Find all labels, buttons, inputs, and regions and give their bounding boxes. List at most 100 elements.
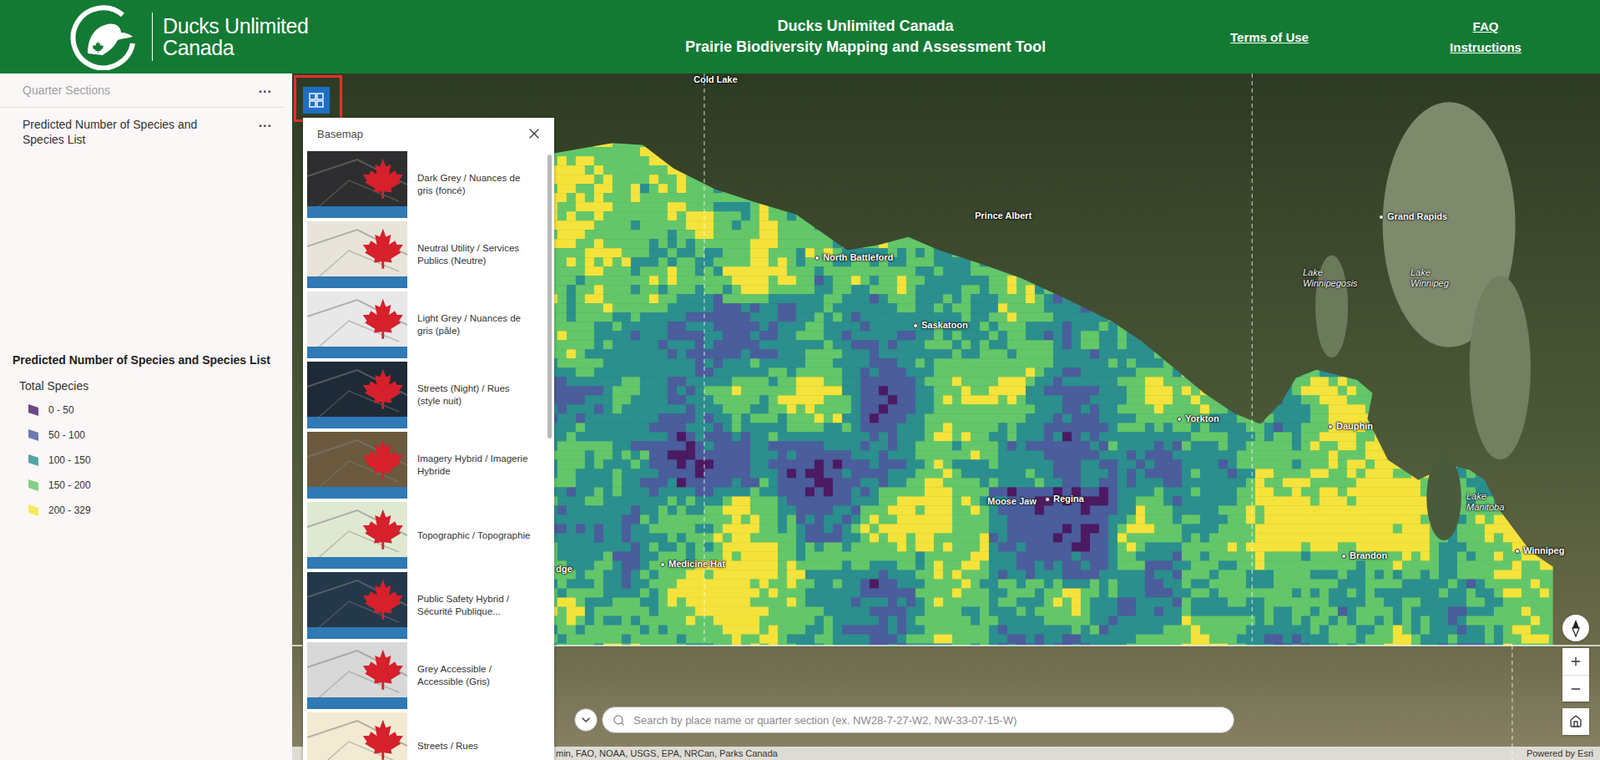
grid-cell bbox=[640, 523, 650, 533]
grid-cell bbox=[640, 422, 650, 432]
grid-cell bbox=[557, 468, 567, 478]
grid-cell bbox=[575, 606, 586, 616]
grid-cell bbox=[695, 293, 705, 303]
grid-cell bbox=[722, 330, 732, 340]
grid-cell bbox=[676, 504, 687, 515]
grid-cell bbox=[649, 229, 659, 239]
grid-cell bbox=[722, 504, 732, 515]
grid-cell bbox=[566, 211, 576, 221]
grid-cell bbox=[566, 634, 576, 644]
grid-cell bbox=[731, 477, 742, 487]
grid-cell bbox=[594, 431, 604, 441]
grid-cell bbox=[566, 625, 576, 635]
grid-cell bbox=[704, 569, 714, 579]
grid-cell bbox=[658, 588, 668, 598]
grid-cell bbox=[731, 597, 742, 607]
grid-cell bbox=[612, 293, 622, 303]
grid-cell bbox=[686, 376, 696, 386]
grid-cell bbox=[713, 541, 723, 551]
grid-cell bbox=[630, 192, 641, 202]
grid-cell bbox=[594, 385, 604, 395]
grid-cell bbox=[603, 422, 613, 432]
grid-cell bbox=[722, 358, 732, 368]
grid-cell bbox=[621, 394, 631, 404]
grid-cell bbox=[575, 394, 586, 404]
grid-cell bbox=[566, 238, 576, 248]
grid-cell bbox=[695, 495, 705, 505]
grid-cell bbox=[704, 293, 714, 303]
logo[interactable]: Ducks UnlimitedCanada bbox=[0, 3, 616, 71]
grid-cell bbox=[649, 514, 659, 524]
grid-cell bbox=[686, 449, 696, 460]
grid-cell bbox=[713, 578, 723, 588]
layer-menu-button[interactable]: ... bbox=[258, 82, 273, 95]
grid-cell bbox=[704, 229, 714, 239]
grid-cell bbox=[731, 468, 742, 478]
grid-cell bbox=[667, 284, 677, 294]
grid-cell bbox=[594, 394, 604, 404]
layer-row[interactable]: Quarter Sections... bbox=[0, 73, 284, 108]
grid-cell bbox=[585, 394, 595, 404]
grid-cell bbox=[741, 541, 751, 551]
grid-cell bbox=[741, 523, 751, 533]
grid-cell bbox=[649, 495, 659, 505]
grid-cell bbox=[612, 348, 622, 359]
grid-cell bbox=[676, 413, 687, 423]
grid-cell bbox=[630, 449, 641, 460]
grid-cell bbox=[713, 597, 723, 607]
grid-cell bbox=[566, 550, 576, 561]
grid-cell bbox=[557, 312, 567, 322]
grid-cell bbox=[686, 211, 696, 221]
grid-cell bbox=[640, 275, 650, 285]
grid-cell bbox=[695, 376, 705, 386]
grid-cell bbox=[575, 440, 586, 450]
grid-cell bbox=[704, 606, 714, 616]
map-view[interactable]: Cold LakePrince AlbertGrand RapidsNorth … bbox=[292, 73, 1600, 760]
grid-cell bbox=[566, 385, 576, 395]
grid-cell bbox=[686, 495, 696, 505]
grid-cell bbox=[603, 523, 613, 533]
grid-cell bbox=[704, 523, 714, 533]
grid-cell bbox=[640, 165, 650, 175]
grid-cell bbox=[722, 449, 732, 460]
grid-cell bbox=[676, 431, 687, 441]
grid-cell bbox=[566, 560, 576, 570]
grid-cell bbox=[566, 302, 576, 313]
grid-cell bbox=[575, 211, 586, 221]
grid-cell bbox=[741, 431, 751, 441]
grid-cell bbox=[603, 550, 613, 561]
grid-cell bbox=[603, 615, 613, 626]
grid-cell bbox=[621, 560, 631, 570]
grid-cell bbox=[722, 302, 732, 313]
grid-cell bbox=[630, 266, 641, 276]
grid-cell bbox=[612, 192, 622, 202]
grid-cell bbox=[557, 532, 567, 542]
grid-cell bbox=[621, 284, 631, 294]
header-link[interactable]: Terms of Use bbox=[1230, 30, 1309, 45]
grid-cell bbox=[630, 293, 641, 303]
grid-cell bbox=[704, 330, 714, 340]
header-link[interactable]: Instructions bbox=[1449, 40, 1522, 55]
grid-cell bbox=[722, 257, 732, 267]
layer-row[interactable]: Predicted Number of Species and Species … bbox=[0, 107, 284, 157]
grid-cell bbox=[731, 486, 742, 496]
grid-cell bbox=[557, 615, 567, 626]
app-title: Ducks Unlimited CanadaPrairie Biodiversi… bbox=[615, 15, 1116, 58]
grid-cell bbox=[621, 174, 631, 184]
grid-cell bbox=[557, 504, 567, 515]
grid-cell bbox=[640, 504, 650, 515]
grid-cell bbox=[594, 367, 604, 377]
grid-cell bbox=[603, 431, 613, 441]
grid-cell bbox=[594, 560, 604, 570]
grid-cell bbox=[603, 532, 613, 542]
grid-cell bbox=[603, 403, 613, 414]
grid-cell bbox=[575, 634, 586, 644]
grid-cell bbox=[603, 477, 613, 487]
grid-cell bbox=[575, 597, 586, 607]
header-link[interactable]: FAQ bbox=[1473, 19, 1500, 34]
legend-swatch-icon bbox=[26, 428, 41, 442]
grid-cell bbox=[594, 284, 604, 294]
layer-menu-button[interactable]: ... bbox=[258, 116, 273, 129]
grid-cell bbox=[640, 560, 650, 570]
grid-cell bbox=[594, 348, 604, 359]
